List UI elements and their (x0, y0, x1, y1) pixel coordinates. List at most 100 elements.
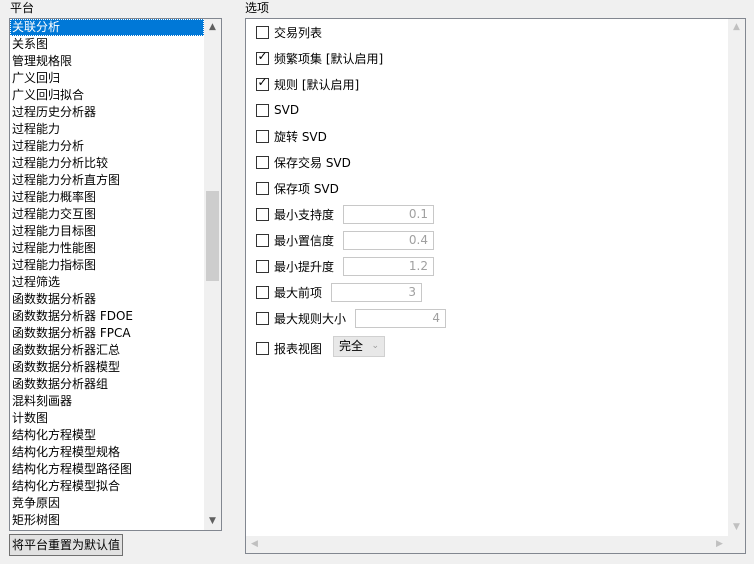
checkmark-icon (257, 102, 268, 115)
max-rule-size-field[interactable]: 4 (355, 309, 446, 328)
checkmark-icon (257, 310, 268, 323)
checkbox[interactable] (256, 340, 269, 355)
platform-label: 平台 (10, 1, 35, 15)
platform-list-item[interactable]: 关联分析 (10, 19, 204, 36)
option-max-antecedents[interactable]: 最大前项 (256, 282, 322, 302)
option-label: 最大规则大小 (274, 311, 347, 326)
checkbox[interactable] (256, 284, 269, 299)
checkbox[interactable] (256, 310, 269, 325)
platform-list-item[interactable]: 过程能力分析 (10, 138, 204, 155)
options-vertical-scrollbar[interactable]: ▲ ▼ (728, 19, 745, 536)
checkbox[interactable]: ✓ (256, 49, 269, 65)
scrollbar-thumb[interactable] (206, 191, 219, 281)
option-label: 频繁项集 [默认启用] (274, 51, 384, 66)
option-label: 报表视图 (274, 341, 323, 356)
platform-list-item[interactable]: 过程能力目标图 (10, 223, 204, 240)
checkmark-icon (257, 340, 268, 353)
platform-list-item[interactable]: 过程能力性能图 (10, 240, 204, 257)
option-save-item-svd[interactable]: 保存项 SVD (256, 178, 339, 198)
checkmark-icon (257, 284, 268, 297)
platform-list-item[interactable]: 函数数据分析器组 (10, 376, 204, 393)
min-lift-field[interactable]: 1.2 (343, 257, 434, 276)
platform-list-item[interactable]: 函数数据分析器模型 (10, 359, 204, 376)
platform-list-item[interactable]: 过程历史分析器 (10, 104, 204, 121)
platform-list-item[interactable]: 管理规格限 (10, 53, 204, 70)
option-label: 保存项 SVD (274, 181, 339, 196)
platform-list-item[interactable]: 关系图 (10, 36, 204, 53)
platform-list-item[interactable]: 函数数据分析器 FDOE (10, 308, 204, 325)
options-label: 选项 (245, 1, 270, 15)
checkbox[interactable] (256, 154, 269, 169)
platform-items: 关联分析 关系图 管理规格限 广义回归 广义回归拟合 过程历史分析器 过程能力 过程能力分析过… (10, 19, 204, 529)
platform-list-item[interactable]: 计数图 (10, 410, 204, 427)
option-label: 保存交易 SVD (274, 155, 351, 170)
platform-list-item[interactable]: 函数数据分析器汇总 (10, 342, 204, 359)
platform-list-item[interactable]: 结构化方程模型 (10, 427, 204, 444)
platform-list-item[interactable]: 过程筛选 (10, 274, 204, 291)
checkbox[interactable] (256, 128, 269, 143)
options-panel: 交易列表 ✓ 频繁项集 [默认启用] ✓ 规则 [默认启用] SVD 旋转 SV… (245, 18, 746, 554)
chevron-down-icon[interactable]: ▼ (728, 519, 745, 536)
min-confidence-field[interactable]: 0.4 (343, 231, 434, 250)
option-label: 规则 [默认启用] (274, 77, 360, 92)
chevron-right-icon[interactable]: ▶ (711, 536, 728, 553)
checkbox[interactable]: ✓ (256, 74, 269, 91)
option-transaction-list[interactable]: 交易列表 (256, 22, 322, 42)
checkbox[interactable] (256, 24, 269, 39)
platform-list-item[interactable]: 过程能力分析直方图 (10, 172, 204, 189)
option-label: 交易列表 (274, 25, 323, 40)
option-rotated-svd[interactable]: 旋转 SVD (256, 126, 327, 146)
chevron-left-icon[interactable]: ◀ (246, 536, 263, 553)
platform-list-item[interactable]: 竞争原因 (10, 495, 204, 512)
checkmark-icon (257, 154, 268, 167)
checkmark-icon: ✓ (257, 74, 268, 89)
platform-list-item[interactable]: 广义回归拟合 (10, 87, 204, 104)
checkmark-icon (257, 180, 268, 193)
checkbox[interactable] (256, 232, 269, 247)
min-support-field[interactable]: 0.1 (343, 205, 434, 224)
chevron-up-icon[interactable]: ▲ (204, 19, 221, 36)
checkbox[interactable] (256, 259, 269, 273)
platform-list-item[interactable]: 过程能力指标图 (10, 257, 204, 274)
platform-list-item[interactable]: 过程能力分析比较 (10, 155, 204, 172)
checkbox[interactable] (256, 206, 269, 221)
checkmark-icon (257, 232, 268, 245)
platform-list-item[interactable]: 混料刻画器 (10, 393, 204, 410)
option-min-support[interactable]: 最小支持度 (256, 204, 334, 224)
platform-list-item[interactable]: 结构化方程模型规格 (10, 444, 204, 461)
option-min-confidence[interactable]: 最小置信度 (256, 230, 334, 250)
max-antecedents-field[interactable]: 3 (331, 283, 422, 302)
reset-platform-button[interactable]: 将平台重置为默认值 (9, 534, 123, 556)
platform-list-item[interactable]: 结构化方程模型路径图 (10, 461, 204, 478)
platform-list-item[interactable]: 过程能力 (10, 121, 204, 138)
chevron-up-icon[interactable]: ▲ (728, 19, 745, 36)
option-label: 最小置信度 (274, 233, 335, 248)
platform-list-item[interactable]: 广义回归 (10, 70, 204, 87)
option-report-view[interactable]: 报表视图 (256, 338, 322, 358)
option-min-lift[interactable]: 最小提升度 (256, 256, 334, 276)
platform-list-item[interactable]: 矩形树图 (10, 512, 204, 529)
option-rules[interactable]: ✓ 规则 [默认启用] (256, 74, 359, 94)
platform-list-item[interactable]: 结构化方程模型拟合 (10, 478, 204, 495)
platform-list-item[interactable]: 函数数据分析器 FPCA (10, 325, 204, 342)
chevron-down-icon[interactable]: ▼ (204, 513, 221, 530)
option-svd[interactable]: SVD (256, 100, 299, 120)
options-horizontal-scrollbar[interactable]: ◀ ▶ (246, 536, 728, 553)
platform-list-item[interactable]: 过程能力概率图 (10, 189, 204, 206)
option-label: 最小支持度 (274, 207, 335, 222)
checkmark-icon (257, 128, 268, 141)
checkmark-icon (257, 206, 268, 219)
option-save-transaction-svd[interactable]: 保存交易 SVD (256, 152, 351, 172)
checkbox[interactable] (256, 102, 269, 117)
checkmark-icon (257, 24, 268, 37)
platform-list-scrollbar[interactable]: ▲ ▼ (204, 19, 221, 530)
platform-list-item[interactable]: 函数数据分析器 (10, 291, 204, 308)
checkbox[interactable] (256, 180, 269, 195)
option-max-rule-size[interactable]: 最大规则大小 (256, 308, 346, 328)
platform-list-item[interactable]: 过程能力交互图 (10, 206, 204, 223)
report-view-value: 完全 (339, 339, 364, 353)
platform-listbox[interactable]: 关联分析 关系图 管理规格限 广义回归 广义回归拟合 过程历史分析器 过程能力 过程能力分析过… (9, 18, 222, 531)
option-label: 最小提升度 (274, 259, 335, 274)
option-frequent-itemsets[interactable]: ✓ 频繁项集 [默认启用] (256, 48, 383, 68)
report-view-select[interactable]: 完全 ⌄ (333, 336, 385, 357)
